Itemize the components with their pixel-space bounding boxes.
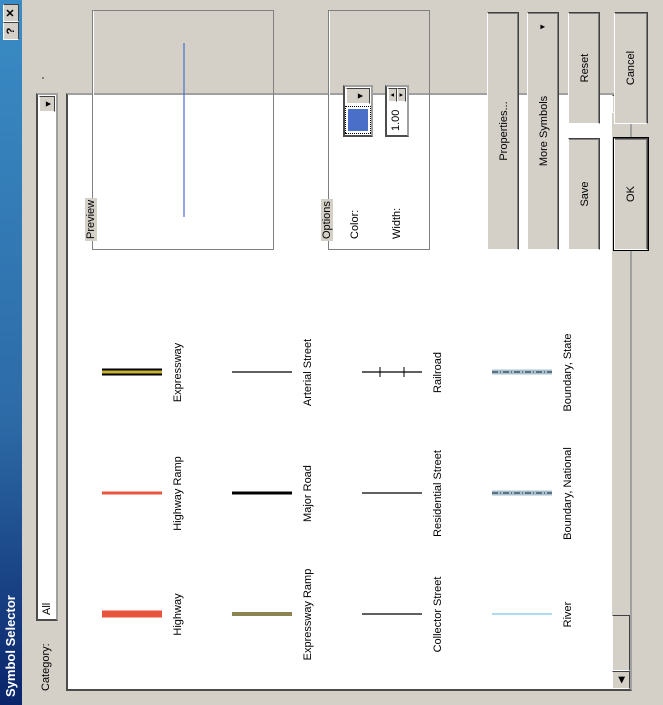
width-spinner[interactable]: 1.00 ▲ ▼ xyxy=(385,85,409,137)
options-group: Options Color: ▼ Width: 1.00 ▲ ▼ xyxy=(321,10,430,250)
spin-up-icon[interactable]: ▲ xyxy=(388,88,397,102)
chevron-down-icon[interactable]: ▼ xyxy=(346,88,370,104)
ok-button[interactable]: OK xyxy=(613,134,649,254)
spinner-arrows[interactable]: ▲ ▼ xyxy=(388,88,406,102)
preview-area xyxy=(107,23,261,237)
ok-label: OK xyxy=(625,186,637,202)
preview-legend: Preview xyxy=(85,197,97,241)
color-swatch xyxy=(345,105,371,135)
options-legend: Options xyxy=(321,199,333,241)
cancel-button[interactable]: Cancel xyxy=(614,12,648,124)
spin-down-icon[interactable]: ▼ xyxy=(397,88,406,102)
save-label: Save xyxy=(579,181,591,207)
properties-button[interactable]: Properties... xyxy=(487,12,519,250)
cancel-label: Cancel xyxy=(625,50,637,86)
color-dropdown[interactable]: ▼ xyxy=(343,85,373,137)
save-button[interactable]: Save xyxy=(568,138,600,250)
chevron-down-icon: ▼ xyxy=(538,23,547,31)
properties-label: Properties... xyxy=(498,101,510,161)
width-label: Width: xyxy=(391,207,403,239)
preview-group: Preview xyxy=(85,10,274,250)
reset-label: Reset xyxy=(579,53,591,83)
color-label: Color: xyxy=(349,209,361,239)
width-value: 1.00 xyxy=(390,109,402,131)
more-symbols-label: More Symbols xyxy=(538,95,550,167)
reset-button[interactable]: Reset xyxy=(568,12,600,124)
preview-line xyxy=(183,43,185,217)
right-panel-canvas: Preview Options Color: ▼ Width: 1.00 ▲ ▼… xyxy=(0,0,663,705)
more-symbols-button[interactable]: More Symbols ▼ xyxy=(527,12,559,250)
